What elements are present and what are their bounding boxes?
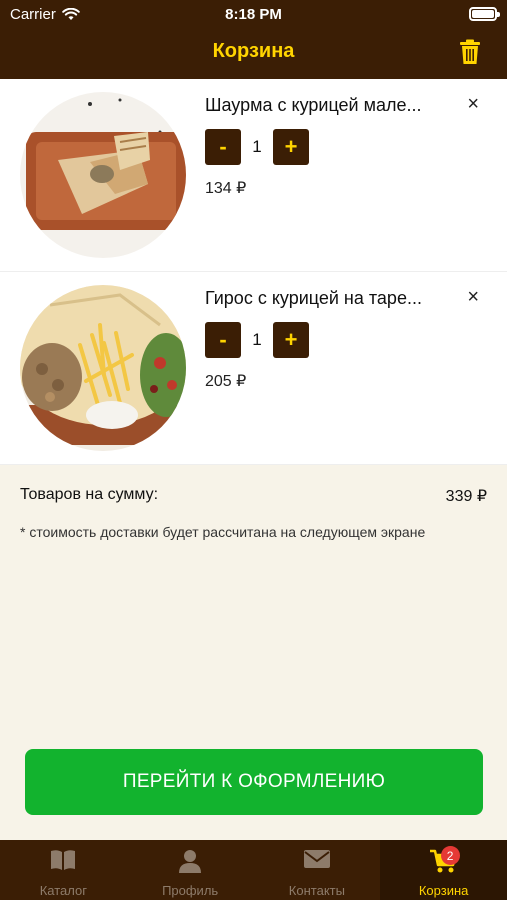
- trash-icon[interactable]: [459, 39, 481, 65]
- top-bar: Carrier 8:18 PM Корзина: [0, 0, 507, 79]
- status-bar: Carrier 8:18 PM: [0, 0, 507, 30]
- item-price: 134 ₽: [205, 180, 247, 197]
- quantity-stepper: - 1 +: [205, 322, 309, 358]
- tab-label: Каталог: [39, 883, 87, 898]
- book-icon: [51, 850, 76, 870]
- item-image-gyros: [20, 285, 186, 451]
- remove-item-button[interactable]: ×: [467, 93, 479, 116]
- item-image-shawarma: [20, 92, 186, 258]
- cart-icon-wrap: 2: [429, 846, 460, 874]
- item-price: 205 ₽: [205, 373, 247, 390]
- tab-cart[interactable]: 2 Корзина: [380, 840, 507, 900]
- envelope-icon: [303, 850, 330, 868]
- tab-contacts[interactable]: Контакты: [254, 840, 381, 900]
- checkout-button[interactable]: ПЕРЕЙТИ К ОФОРМЛЕНИЮ: [25, 749, 483, 815]
- tab-label: Корзина: [418, 883, 469, 898]
- summary-row: Товаров на сумму: 339 ₽: [20, 486, 487, 506]
- item-name: Гирос с курицей на таре...: [205, 288, 422, 308]
- summary-label: Товаров на сумму:: [20, 486, 159, 503]
- decrease-quantity-button[interactable]: -: [205, 322, 241, 358]
- remove-item-button[interactable]: ×: [467, 286, 479, 309]
- quantity-value: 1: [252, 137, 262, 156]
- page-title: Корзина: [212, 40, 295, 62]
- person-icon: [179, 850, 202, 873]
- tab-catalog[interactable]: Каталог: [0, 840, 127, 900]
- cart-item: Гирос с курицей на таре... × - 1 + 205 ₽: [0, 272, 507, 465]
- tab-label: Контакты: [288, 883, 345, 898]
- decrease-quantity-button[interactable]: -: [205, 129, 241, 165]
- summary-total: 339 ₽: [445, 488, 487, 505]
- status-time: 8:18 PM: [225, 6, 282, 23]
- cart-badge: 2: [440, 846, 460, 865]
- quantity-stepper: - 1 +: [205, 129, 309, 165]
- tab-label: Профиль: [162, 883, 219, 898]
- cart-list: Шаурма с курицей мале... × - 1 + 134 ₽ Г…: [0, 79, 507, 465]
- item-name: Шаурма с курицей мале...: [205, 95, 422, 115]
- delivery-note: * стоимость доставки будет рассчитана на…: [20, 524, 426, 540]
- battery-icon: [469, 7, 500, 21]
- tab-bar: Каталог Профиль Контакты 2 Корзина: [0, 840, 507, 900]
- tab-profile[interactable]: Профиль: [127, 840, 254, 900]
- increase-quantity-button[interactable]: +: [273, 129, 309, 165]
- quantity-value: 1: [252, 330, 262, 349]
- cart-item: Шаурма с курицей мале... × - 1 + 134 ₽: [0, 79, 507, 272]
- increase-quantity-button[interactable]: +: [273, 322, 309, 358]
